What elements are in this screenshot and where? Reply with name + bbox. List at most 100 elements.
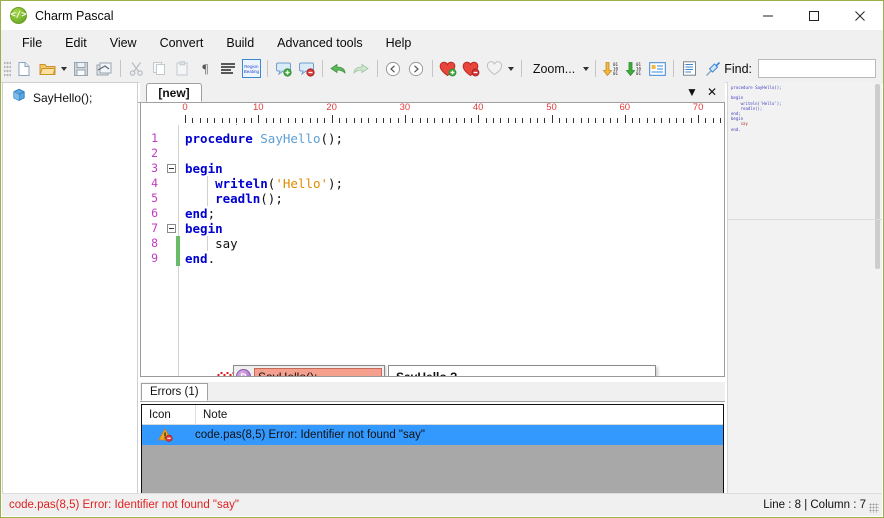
ruler-caret-marker	[233, 118, 240, 125]
add-favorite-icon[interactable]	[437, 57, 460, 80]
toolbar: ¶ Region Beating Zoom... 01 10 01 01 10 …	[1, 55, 883, 83]
minimap-scrollbar[interactable]	[875, 84, 880, 269]
editor-tab-new[interactable]: [new]	[146, 83, 202, 102]
close-button[interactable]	[837, 1, 883, 30]
ruler-tick	[500, 118, 502, 123]
ruler-tick	[353, 118, 355, 123]
autocomplete-popup[interactable]: P SayHello();	[233, 365, 385, 376]
cut-icon[interactable]	[125, 57, 148, 80]
tab-list-dropdown-icon[interactable]: ▼	[682, 82, 702, 102]
open-folder-icon[interactable]	[36, 57, 59, 80]
remove-favorite-icon[interactable]	[460, 57, 483, 80]
save-all-icon[interactable]	[93, 57, 116, 80]
ruler-tick	[617, 118, 619, 123]
pilcrow-icon[interactable]: ¶	[194, 57, 217, 80]
line-number: 3	[151, 161, 158, 175]
menu-item-view[interactable]: View	[100, 33, 147, 53]
ruler-tick	[661, 118, 663, 123]
ruler-tick	[507, 118, 509, 123]
ruler-tick	[478, 115, 480, 123]
code-line[interactable]: end.	[185, 251, 215, 266]
line-number: 9	[151, 251, 158, 265]
code-line[interactable]: readln();	[185, 191, 283, 206]
region-beating-icon[interactable]: Region Beating	[240, 57, 263, 80]
minimize-button[interactable]	[745, 1, 791, 30]
save-icon[interactable]	[70, 57, 93, 80]
favorites-caret[interactable]	[506, 57, 517, 80]
procedure-kind-icon: P	[236, 369, 251, 376]
forward-icon[interactable]	[405, 57, 428, 80]
toolbar-separator-3	[321, 60, 323, 77]
notes-icon[interactable]	[678, 57, 701, 80]
sidebar-item-sayhello[interactable]: SayHello();	[3, 83, 137, 107]
status-message: code.pas(8,5) Error: Identifier not foun…	[9, 499, 239, 511]
ruler-tick	[287, 118, 289, 123]
ruler-tick	[324, 118, 326, 123]
remove-comment-icon[interactable]	[295, 57, 318, 80]
toolbar-grip[interactable]	[4, 59, 11, 78]
tab-errors[interactable]: Errors (1)	[141, 383, 208, 401]
structure-panel: SayHello();	[2, 82, 138, 495]
ruler-tick	[624, 115, 626, 123]
editor-tabstrip: [new] ▼ ✕	[137, 82, 725, 103]
table-row[interactable]: code.pas(8,5) Error: Identifier not foun…	[142, 425, 723, 445]
ruler-tick	[214, 118, 216, 123]
paste-icon[interactable]	[171, 57, 194, 80]
autocomplete-item[interactable]: SayHello();	[254, 368, 382, 376]
menu-item-file[interactable]: File	[12, 33, 52, 53]
maximize-button[interactable]	[791, 1, 837, 30]
find-input[interactable]	[758, 59, 876, 78]
redo-icon[interactable]	[350, 57, 373, 80]
code-token: begin	[185, 221, 223, 236]
build-run-icon[interactable]: 01 10 01	[623, 57, 646, 80]
code-line[interactable]: say	[185, 236, 238, 251]
code-minimap[interactable]: procedure SayHello(); begin writeln('Hell…	[727, 82, 882, 495]
ruler-tick	[566, 118, 568, 123]
syringe-icon[interactable]	[701, 57, 724, 80]
ruler-tick	[426, 118, 428, 123]
menu-bar: File Edit View Convert Build Advanced to…	[1, 30, 883, 56]
favorites-icon[interactable]	[483, 57, 506, 80]
menu-item-build[interactable]: Build	[216, 33, 264, 53]
resize-grip[interactable]	[869, 503, 879, 513]
menu-item-convert[interactable]: Convert	[150, 33, 214, 53]
add-comment-icon[interactable]	[272, 57, 295, 80]
menu-item-edit[interactable]: Edit	[55, 33, 97, 53]
ruler-tick	[331, 115, 333, 123]
copy-icon[interactable]	[148, 57, 171, 80]
tab-close-icon[interactable]: ✕	[702, 82, 722, 102]
toolbar-separator-7	[595, 60, 597, 77]
code-line[interactable]: begin	[185, 221, 223, 236]
code-line[interactable]: end;	[185, 206, 215, 221]
minimap-line: end.	[731, 126, 741, 132]
code-line[interactable]: procedure SayHello();	[185, 131, 343, 146]
back-icon[interactable]	[382, 57, 405, 80]
ruler-tick	[412, 118, 414, 123]
compile-icon[interactable]: 01 10 01	[600, 57, 623, 80]
code-editor[interactable]: 123456789 procedure SayHello(); begin wri…	[140, 125, 725, 377]
toolbar-separator-1	[119, 60, 121, 77]
errors-list[interactable]: Icon Note code.pas(8,5) Error: Identifie…	[141, 404, 724, 494]
column-header-note[interactable]: Note	[196, 405, 227, 424]
form-designer-icon[interactable]	[646, 57, 669, 80]
code-line[interactable]: begin	[185, 161, 223, 176]
ruler-tick	[206, 118, 208, 123]
menu-item-advanced-tools[interactable]: Advanced tools	[267, 33, 372, 53]
ruler-tick	[580, 118, 582, 123]
code-token: 'Hello'	[275, 176, 329, 191]
column-header-icon[interactable]: Icon	[142, 405, 196, 424]
menu-item-help[interactable]: Help	[376, 33, 422, 53]
zoom-caret[interactable]	[580, 57, 591, 80]
open-dropdown-caret[interactable]	[59, 57, 70, 80]
align-lines-icon[interactable]	[217, 57, 240, 80]
code-fold-toggle[interactable]	[167, 164, 176, 173]
ruler-label-20: 20	[326, 103, 337, 113]
new-file-icon[interactable]	[13, 57, 36, 80]
zoom-button[interactable]: Zoom...	[526, 62, 580, 76]
ruler-tick	[485, 118, 487, 123]
undo-icon[interactable]	[327, 57, 350, 80]
ruler-label-60: 60	[619, 103, 631, 113]
code-fold-toggle[interactable]	[167, 224, 176, 233]
code-line[interactable]: writeln('Hello');	[185, 176, 343, 191]
